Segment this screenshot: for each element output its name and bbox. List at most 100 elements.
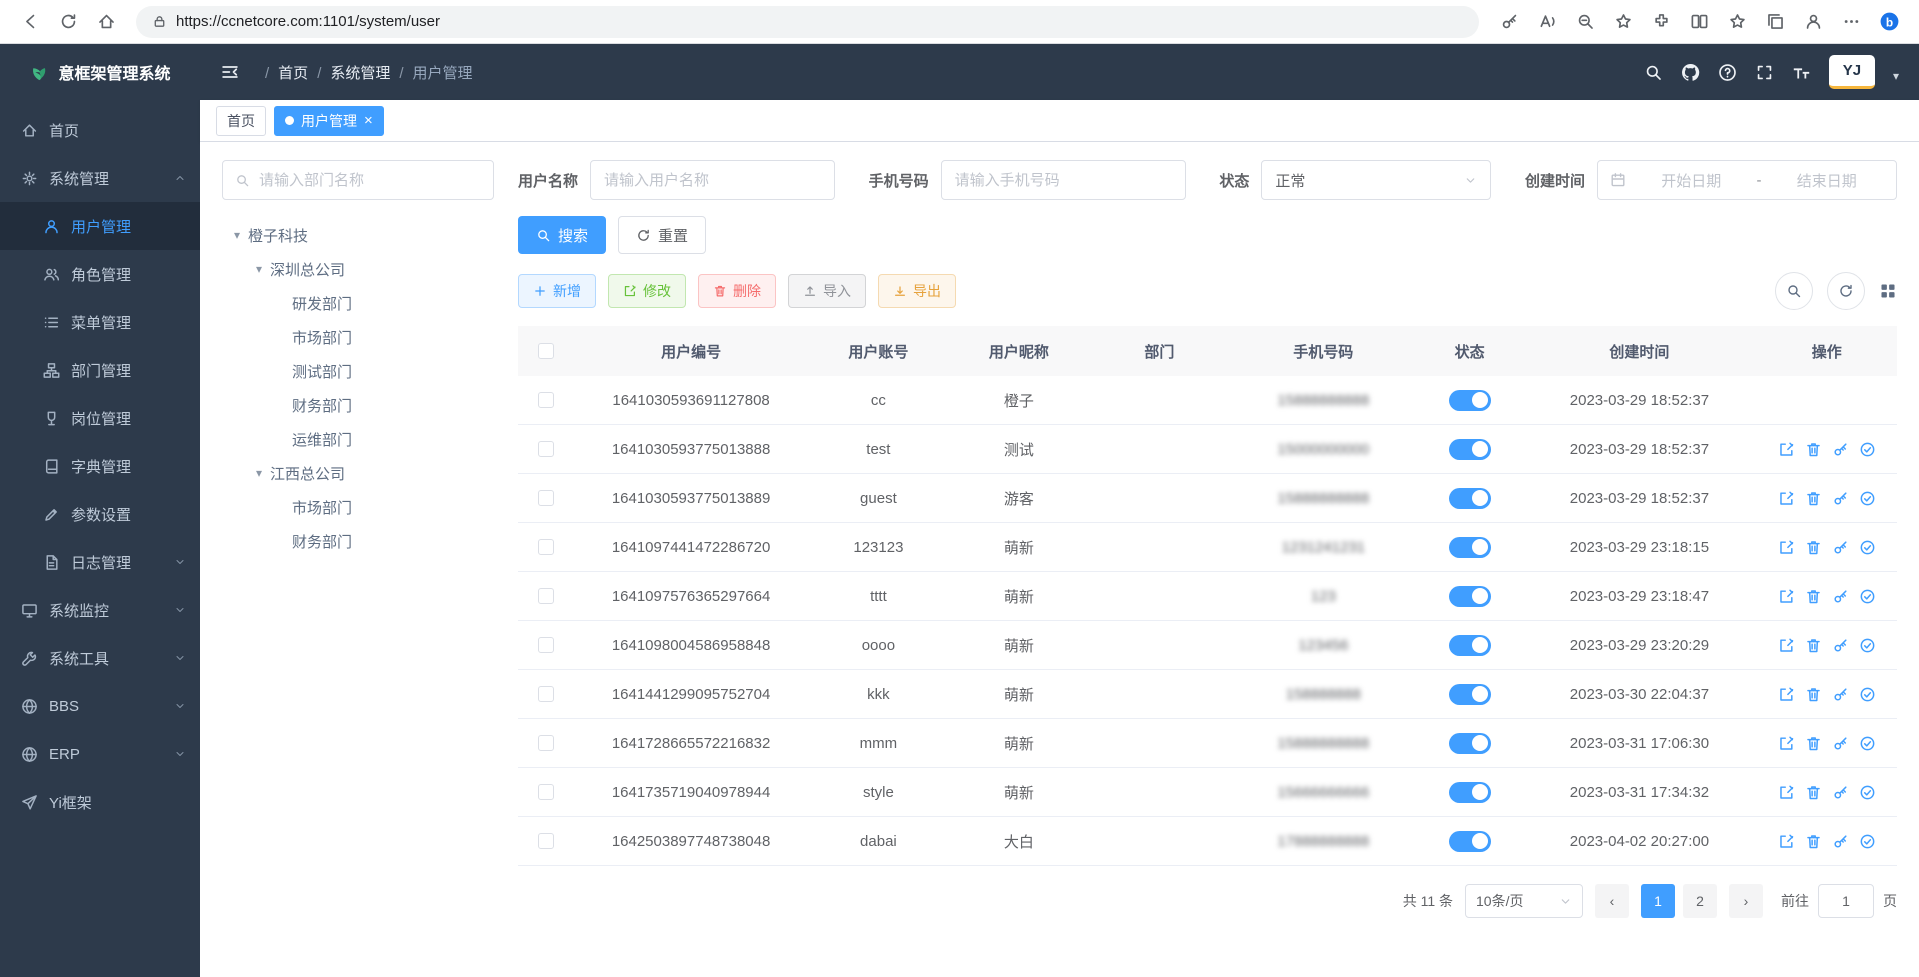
tab[interactable]: 首页 ×: [216, 106, 266, 136]
page-button[interactable]: 1: [1641, 884, 1675, 918]
edit-icon[interactable]: [1778, 735, 1795, 752]
extensions-icon[interactable]: [1643, 5, 1679, 39]
assign-role-icon[interactable]: [1859, 441, 1876, 458]
split-screen-icon[interactable]: [1681, 5, 1717, 39]
row-checkbox[interactable]: [538, 588, 554, 604]
close-tab-icon[interactable]: ×: [364, 113, 373, 128]
row-checkbox[interactable]: [538, 833, 554, 849]
row-checkbox[interactable]: [538, 490, 554, 506]
home-icon[interactable]: [88, 5, 124, 39]
sidebar-fold-icon[interactable]: [220, 62, 240, 82]
user-avatar[interactable]: YJ: [1829, 55, 1875, 89]
dept-search-input[interactable]: [259, 172, 481, 189]
edit-icon[interactable]: [1778, 588, 1795, 605]
assign-role-icon[interactable]: [1859, 637, 1876, 654]
favorites-bar-icon[interactable]: [1719, 5, 1755, 39]
status-toggle[interactable]: [1449, 390, 1491, 411]
github-icon[interactable]: [1681, 63, 1700, 82]
export-button[interactable]: 导出: [878, 274, 956, 308]
sidebar-item[interactable]: BBS: [0, 682, 200, 730]
assign-role-icon[interactable]: [1859, 539, 1876, 556]
sidebar-item[interactable]: 岗位管理: [0, 394, 200, 442]
status-toggle[interactable]: [1449, 488, 1491, 509]
back-icon[interactable]: [12, 5, 48, 39]
delete-button[interactable]: 删除: [698, 274, 776, 308]
tree-node[interactable]: ▾ 财务部门: [222, 388, 494, 422]
goto-page-input[interactable]: [1818, 884, 1874, 918]
status-toggle[interactable]: [1449, 537, 1491, 558]
tree-node[interactable]: ▾ 深圳总公司: [222, 252, 494, 286]
reset-password-icon[interactable]: [1832, 539, 1849, 556]
edit-icon[interactable]: [1778, 637, 1795, 654]
read-aloud-icon[interactable]: [1529, 5, 1565, 39]
tree-node[interactable]: ▾ 市场部门: [222, 320, 494, 354]
breadcrumb-item[interactable]: 系统管理: [308, 62, 390, 83]
status-toggle[interactable]: [1449, 586, 1491, 607]
delete-icon[interactable]: [1805, 539, 1822, 556]
assign-role-icon[interactable]: [1859, 784, 1876, 801]
toggle-search-button[interactable]: [1775, 272, 1813, 310]
sidebar-item[interactable]: 角色管理: [0, 250, 200, 298]
status-toggle[interactable]: [1449, 439, 1491, 460]
sidebar-item[interactable]: 字典管理: [0, 442, 200, 490]
tab[interactable]: 用户管理 ×: [274, 106, 384, 136]
sidebar-item[interactable]: 日志管理: [0, 538, 200, 586]
delete-icon[interactable]: [1805, 686, 1822, 703]
username-input[interactable]: [590, 160, 835, 200]
collections-icon[interactable]: [1757, 5, 1793, 39]
row-checkbox[interactable]: [538, 637, 554, 653]
row-checkbox[interactable]: [538, 735, 554, 751]
caret-down-icon[interactable]: ▾: [248, 262, 270, 276]
delete-icon[interactable]: [1805, 784, 1822, 801]
select-all-checkbox[interactable]: [538, 343, 554, 359]
reset-password-icon[interactable]: [1832, 735, 1849, 752]
delete-icon[interactable]: [1805, 735, 1822, 752]
edit-icon[interactable]: [1778, 686, 1795, 703]
assign-role-icon[interactable]: [1859, 588, 1876, 605]
tree-node[interactable]: ▾ 市场部门: [222, 490, 494, 524]
sidebar-item[interactable]: 系统监控: [0, 586, 200, 634]
caret-down-icon[interactable]: ▾: [226, 228, 248, 242]
assign-role-icon[interactable]: [1859, 735, 1876, 752]
breadcrumb-item[interactable]: 首页: [256, 62, 308, 83]
zoom-out-icon[interactable]: [1567, 5, 1603, 39]
date-range-picker[interactable]: 开始日期 - 结束日期: [1597, 160, 1897, 200]
sidebar-item[interactable]: ERP: [0, 730, 200, 778]
reset-password-icon[interactable]: [1832, 441, 1849, 458]
reset-password-icon[interactable]: [1832, 588, 1849, 605]
tree-node[interactable]: ▾ 研发部门: [222, 286, 494, 320]
status-toggle[interactable]: [1449, 733, 1491, 754]
tree-node[interactable]: ▾ 财务部门: [222, 524, 494, 558]
delete-icon[interactable]: [1805, 637, 1822, 654]
reset-password-icon[interactable]: [1832, 637, 1849, 654]
key-icon[interactable]: [1491, 5, 1527, 39]
edit-button[interactable]: 修改: [608, 274, 686, 308]
question-icon[interactable]: [1718, 63, 1737, 82]
phone-input[interactable]: [941, 160, 1186, 200]
reload-icon[interactable]: [50, 5, 86, 39]
delete-icon[interactable]: [1805, 441, 1822, 458]
status-toggle[interactable]: [1449, 831, 1491, 852]
reset-password-icon[interactable]: [1832, 784, 1849, 801]
reset-password-icon[interactable]: [1832, 686, 1849, 703]
page-button[interactable]: 2: [1683, 884, 1717, 918]
bing-icon[interactable]: b: [1871, 5, 1907, 39]
tree-node[interactable]: ▾ 测试部门: [222, 354, 494, 388]
edit-icon[interactable]: [1778, 833, 1795, 850]
edit-icon[interactable]: [1778, 441, 1795, 458]
favorite-add-icon[interactable]: [1605, 5, 1641, 39]
import-button[interactable]: 导入: [788, 274, 866, 308]
address-bar[interactable]: https://ccnetcore.com:1101/system/user: [136, 6, 1479, 38]
fullscreen-icon[interactable]: [1755, 63, 1774, 82]
assign-role-icon[interactable]: [1859, 833, 1876, 850]
search-button[interactable]: 搜索: [518, 216, 606, 254]
row-checkbox[interactable]: [538, 784, 554, 800]
avatar-dropdown-caret[interactable]: ▾: [1893, 69, 1899, 83]
more-icon[interactable]: [1833, 5, 1869, 39]
profile-icon[interactable]: [1795, 5, 1831, 39]
edit-icon[interactable]: [1778, 490, 1795, 507]
tree-node[interactable]: ▾ 运维部门: [222, 422, 494, 456]
sidebar-item[interactable]: 首页: [0, 106, 200, 154]
assign-role-icon[interactable]: [1859, 490, 1876, 507]
status-select[interactable]: 正常: [1261, 160, 1491, 200]
